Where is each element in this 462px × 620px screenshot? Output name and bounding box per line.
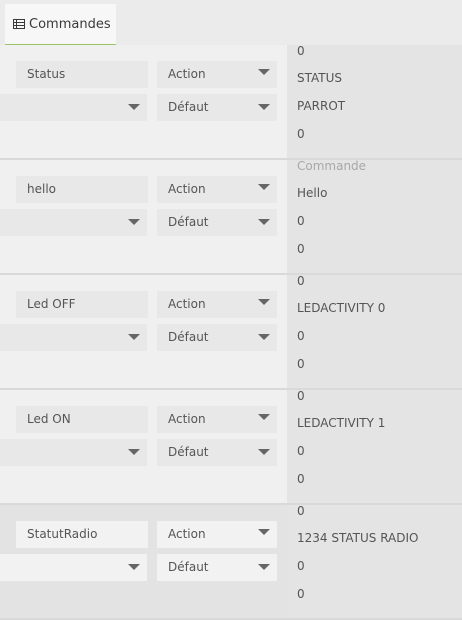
chevron-down-icon [258,69,270,75]
subtype-select[interactable] [0,324,147,351]
detail-line-3[interactable]: 0 [297,444,305,458]
command-row: Led OFF Action Défaut 0 LEDACTIVITY 0 0 … [0,274,462,390]
chevron-down-icon [258,219,270,225]
subtype-select[interactable] [0,209,147,236]
generic-type-select[interactable]: Défaut [157,554,277,581]
command-row: StatutRadio Action Défaut 0 1234 STATUS … [0,504,462,620]
generic-type-select[interactable]: Défaut [157,439,277,466]
subtype-select[interactable] [0,439,147,466]
command-name-input[interactable]: Led OFF [16,291,148,318]
command-config-panel: hello Action Défaut [0,160,287,273]
detail-line-1[interactable]: 0 [297,44,305,58]
type-select[interactable]: Action [157,61,277,88]
command-row: Led ON Action Défaut 0 LEDACTIVITY 1 0 0 [0,389,462,505]
command-name-input[interactable]: hello [16,176,148,203]
command-details: 0 LEDACTIVITY 1 0 0 [287,389,462,503]
generic-type-select[interactable]: Défaut [157,324,277,351]
chevron-down-icon [258,184,270,190]
command-row: Status Action Défaut 0 STATUS PARROT 0 [0,44,462,160]
chevron-down-icon [128,104,140,110]
type-select[interactable]: Action [157,176,277,203]
command-details: Commande Hello 0 0 [287,159,462,273]
detail-line-4[interactable]: 0 [297,472,305,486]
detail-line-3[interactable]: 0 [297,214,305,228]
detail-line-3[interactable]: 0 [297,329,305,343]
chevron-down-icon [128,564,140,570]
detail-line-4[interactable]: 0 [297,587,305,601]
list-icon [13,18,25,30]
generic-type-select[interactable]: Défaut [157,94,277,121]
command-config-panel: Status Action Défaut [0,45,287,158]
top-bar: Commandes [0,0,462,46]
command-config-panel: Led ON Action Défaut [0,390,287,503]
chevron-down-icon [258,414,270,420]
command-row: hello Action Défaut Commande Hello 0 0 [0,159,462,275]
type-select[interactable]: Action [157,291,277,318]
detail-line-4[interactable]: 0 [297,242,305,256]
chevron-down-icon [128,449,140,455]
command-name-input[interactable]: Led ON [16,406,148,433]
subtype-select[interactable] [0,554,147,581]
command-details: 0 1234 STATUS RADIO 0 0 [287,504,462,618]
detail-line-2[interactable]: LEDACTIVITY 1 [297,416,385,430]
chevron-down-icon [258,104,270,110]
detail-line-2[interactable]: Hello [297,186,327,200]
detail-line-2[interactable]: LEDACTIVITY 0 [297,301,385,315]
detail-line-2[interactable]: 1234 STATUS RADIO [297,531,418,545]
chevron-down-icon [128,219,140,225]
command-config-panel: StatutRadio Action Défaut [0,505,287,618]
command-details: 0 LEDACTIVITY 0 0 0 [287,274,462,388]
chevron-down-icon [258,334,270,340]
detail-line-1[interactable]: 0 [297,274,305,288]
chevron-down-icon [128,334,140,340]
command-config-panel: Led OFF Action Défaut [0,275,287,388]
subtype-select[interactable] [0,94,147,121]
tab-label: Commandes [29,16,111,32]
detail-line-2[interactable]: STATUS [297,71,342,85]
detail-line-3[interactable]: 0 [297,559,305,573]
chevron-down-icon [258,564,270,570]
detail-line-4[interactable]: 0 [297,127,305,141]
command-field-placeholder[interactable]: Commande [297,159,366,173]
detail-line-3[interactable]: PARROT [297,99,345,113]
chevron-down-icon [258,299,270,305]
type-select[interactable]: Action [157,406,277,433]
type-select[interactable]: Action [157,521,277,548]
tab-commandes[interactable]: Commandes [5,4,116,46]
command-name-input[interactable]: Status [16,61,148,88]
command-name-input[interactable]: StatutRadio [16,521,148,548]
detail-line-1[interactable]: 0 [297,504,305,518]
generic-type-select[interactable]: Défaut [157,209,277,236]
chevron-down-icon [258,529,270,535]
detail-line-4[interactable]: 0 [297,357,305,371]
command-details: 0 STATUS PARROT 0 [287,44,462,158]
detail-line-1[interactable]: 0 [297,389,305,403]
chevron-down-icon [258,449,270,455]
